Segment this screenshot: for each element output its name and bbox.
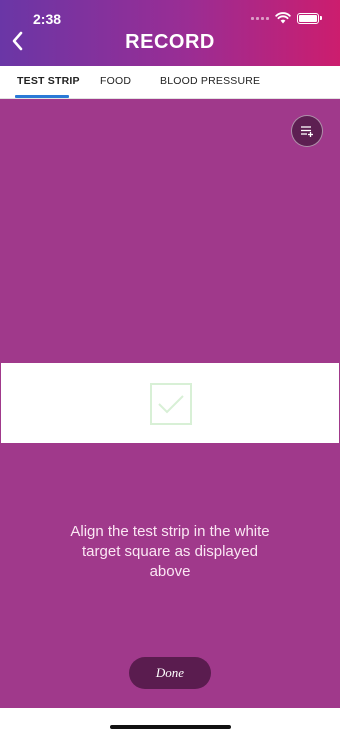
status-icons [251, 12, 322, 24]
list-add-icon [301, 126, 313, 137]
camera-preview: Align the test strip in the white target… [0, 99, 340, 708]
battery-icon [297, 12, 322, 24]
tab-food[interactable]: FOOD [100, 75, 131, 87]
cellular-signal-icon [251, 16, 269, 20]
done-button[interactable]: Done [129, 657, 211, 689]
tab-test-strip[interactable]: TEST STRIP [17, 75, 80, 87]
home-indicator [110, 725, 231, 729]
active-tab-indicator [15, 95, 69, 98]
app-header: 2:38 RECORD [0, 0, 340, 66]
options-menu-button[interactable] [291, 115, 323, 147]
page-title: RECORD [125, 31, 215, 53]
tab-blood-pressure[interactable]: BLOOD PRESSURE [160, 75, 260, 87]
target-band [1, 363, 339, 443]
checkmark-icon [158, 395, 184, 414]
target-square [150, 383, 192, 425]
instruction-text: Align the test strip in the white target… [70, 523, 270, 580]
status-time: 2:38 [33, 11, 62, 27]
tab-bar: TEST STRIP FOOD BLOOD PRESSURE [0, 66, 340, 99]
wifi-icon [275, 12, 291, 24]
